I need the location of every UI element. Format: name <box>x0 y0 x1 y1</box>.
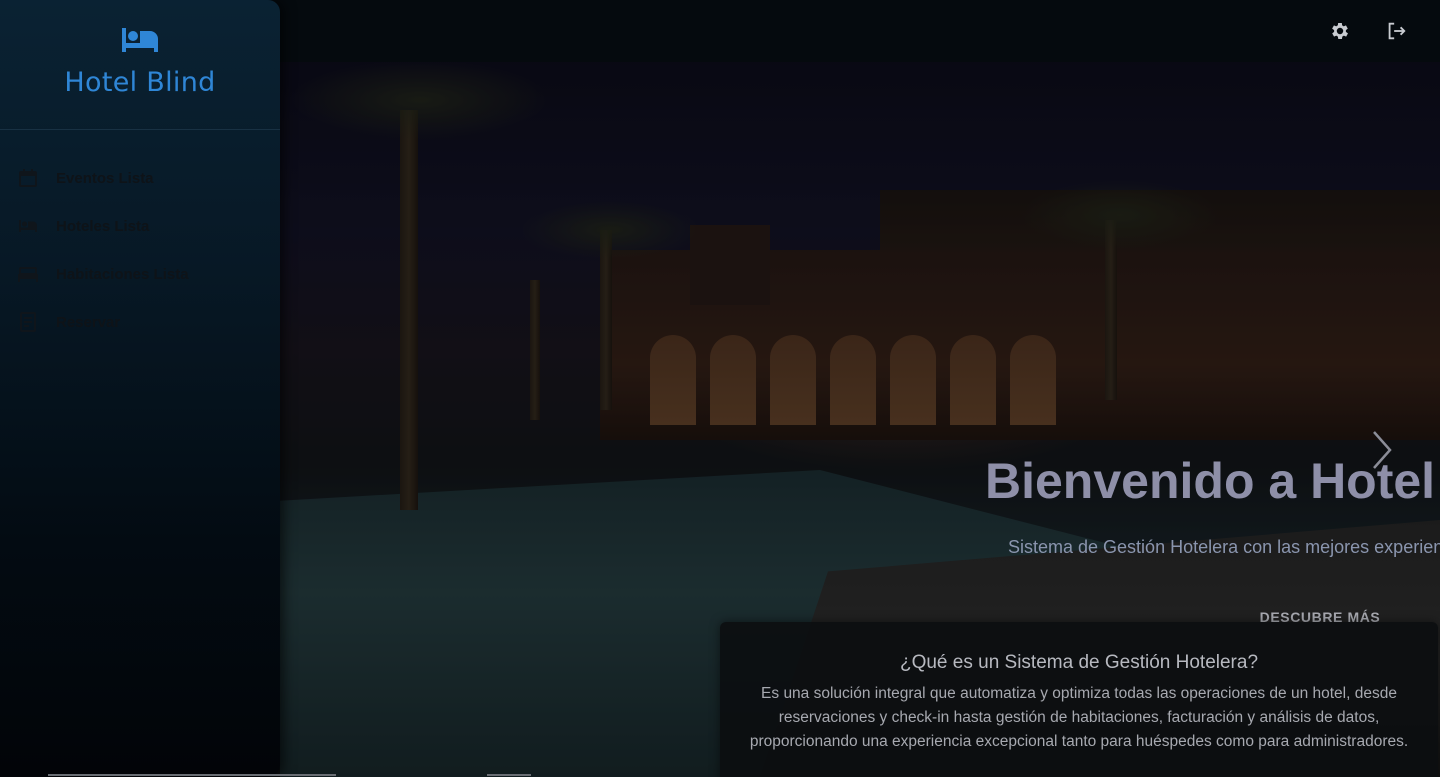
sidebar-item-label: Reservar <box>56 313 121 331</box>
scroll-indicator <box>48 774 336 776</box>
calendar-icon <box>18 168 38 188</box>
bed-icon <box>18 216 38 236</box>
info-card-text: Es una solución integral que automatiza … <box>749 685 1409 750</box>
scroll-indicator <box>487 774 531 776</box>
sidebar-item-label: Hoteles Lista <box>56 217 150 235</box>
hero-subtitle: Sistema de Gestión Hotelera con las mejo… <box>1008 537 1440 557</box>
sidebar-item-hoteles[interactable]: Hoteles Lista <box>0 202 280 250</box>
sidebar-nav: Eventos Lista Hoteles Lista Habitaciones… <box>0 154 280 346</box>
sidebar: Hotel Blind Eventos Lista Hoteles Lista … <box>0 0 280 777</box>
room-icon <box>18 264 38 284</box>
hero-title: Bienvenido a Hotel Blind <box>985 453 1440 509</box>
brand-name: Hotel Blind <box>64 66 216 98</box>
sidebar-item-eventos[interactable]: Eventos Lista <box>0 154 280 202</box>
info-card-title: ¿Qué es un Sistema de Gestión Hotelera? <box>899 652 1259 673</box>
info-card: ¿Qué es un Sistema de Gestión Hotelera? … <box>720 622 1438 777</box>
sidebar-item-label: Eventos Lista <box>56 169 154 187</box>
booking-icon <box>18 312 38 332</box>
bed-icon <box>120 26 160 59</box>
sidebar-item-label: Habitaciones Lista <box>56 265 189 283</box>
sidebar-item-habitaciones[interactable]: Habitaciones Lista <box>0 250 280 298</box>
sidebar-item-reservar[interactable]: Reservar <box>0 298 280 346</box>
brand: Hotel Blind <box>0 0 280 130</box>
